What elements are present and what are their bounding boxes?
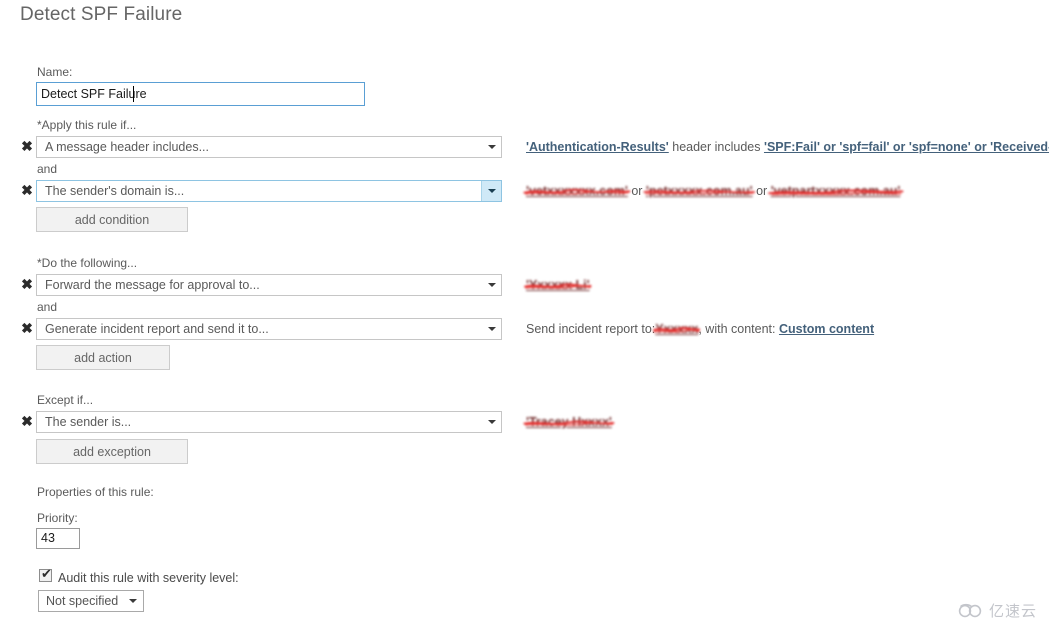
chevron-down-icon xyxy=(482,137,501,157)
add-exception-button[interactable]: add exception xyxy=(36,439,188,464)
name-label: Name: xyxy=(37,65,73,79)
condition-description-0: 'Authentication-Results' header includes… xyxy=(526,139,1049,155)
exception-select-0[interactable]: The sender is... xyxy=(36,411,502,433)
action-select-0-value: Forward the message for approval to... xyxy=(45,278,260,292)
condition-1-text-1: or xyxy=(752,184,771,198)
conditions-heading: *Apply this rule if... xyxy=(37,118,137,132)
checkmark-icon: ✔ xyxy=(41,566,52,581)
actions-connector: and xyxy=(37,300,58,314)
page-title: Detect SPF Failure xyxy=(20,4,183,25)
add-action-button[interactable]: add action xyxy=(36,345,170,370)
action-description-0: 'Yxxxxx Li' xyxy=(524,277,592,293)
condition-select-1-value: The sender's domain is... xyxy=(45,184,185,198)
severity-level-select[interactable]: Not specified xyxy=(38,590,144,612)
condition-0-link-values[interactable]: 'SPF:Fail' or 'spf=fail' or 'spf=none' o… xyxy=(764,140,1049,154)
remove-action-icon-0[interactable]: ✖ xyxy=(20,275,34,293)
remove-condition-icon-1[interactable]: ✖ xyxy=(20,181,34,199)
redacted-sender[interactable]: 'Tracey Hxxxx' xyxy=(523,414,615,430)
redacted-domain-2[interactable]: 'vetpartxxxxx.com.au' xyxy=(767,183,904,199)
priority-label: Priority: xyxy=(37,511,78,525)
condition-0-text: header includes xyxy=(668,140,764,154)
exceptions-heading: Except if... xyxy=(37,393,94,407)
exception-description-0: 'Tracey Hxxxx' xyxy=(523,414,615,430)
action-select-1-value: Generate incident report and send it to.… xyxy=(45,322,269,336)
conditions-connector: and xyxy=(37,162,58,176)
properties-heading: Properties of this rule: xyxy=(37,485,154,499)
chevron-down-icon xyxy=(482,412,501,432)
severity-level-value: Not specified xyxy=(46,594,119,608)
audit-checkbox-label: Audit this rule with severity level: xyxy=(58,571,239,585)
action-1-text-1: , with content: xyxy=(698,322,779,336)
exception-select-0-value: The sender is... xyxy=(45,415,132,429)
chevron-down-icon xyxy=(482,319,501,339)
text-caret xyxy=(133,86,134,102)
redacted-report-recipient[interactable]: Yxxxxx xyxy=(653,321,701,337)
condition-select-1[interactable]: The sender's domain is... xyxy=(36,180,502,202)
actions-heading: *Do the following... xyxy=(37,256,138,270)
redacted-domain-1[interactable]: 'petxxxxx.com.au' xyxy=(643,183,756,199)
audit-checkbox[interactable]: ✔ xyxy=(39,566,52,582)
action-select-1[interactable]: Generate incident report and send it to.… xyxy=(36,318,502,340)
remove-condition-icon-0[interactable]: ✖ xyxy=(20,137,34,155)
action-select-0[interactable]: Forward the message for approval to... xyxy=(36,274,502,296)
condition-select-0-value: A message header includes... xyxy=(45,140,209,154)
action-1-text-0: Send incident report to: xyxy=(526,322,656,336)
watermark-text: 亿速云 xyxy=(988,603,1037,620)
remove-action-icon-1[interactable]: ✖ xyxy=(20,319,34,337)
condition-1-text-0: or xyxy=(627,184,646,198)
chevron-down-icon xyxy=(482,275,501,295)
site-watermark: 亿速云 xyxy=(958,600,1037,621)
condition-select-0[interactable]: A message header includes... xyxy=(36,136,502,158)
condition-0-link-header[interactable]: 'Authentication-Results' xyxy=(526,140,669,154)
rule-name-input[interactable] xyxy=(36,82,365,106)
action-description-1: Send incident report to:Yxxxxx , with co… xyxy=(526,321,874,337)
chevron-down-icon xyxy=(481,181,501,201)
priority-input[interactable] xyxy=(36,528,80,549)
chevron-down-icon xyxy=(129,591,137,611)
cloud-logo-icon xyxy=(958,603,982,617)
add-condition-button[interactable]: add condition xyxy=(36,207,188,232)
redacted-domain-0[interactable]: 'vetxxxxxxx.com' xyxy=(523,183,631,199)
remove-exception-icon-0[interactable]: ✖ xyxy=(20,412,34,430)
redacted-approver[interactable]: 'Yxxxxx Li' xyxy=(524,277,592,293)
custom-content-link[interactable]: Custom content xyxy=(779,322,874,336)
condition-description-1: 'vetxxxxxxx.com' or 'petxxxxx.com.au' or… xyxy=(523,183,904,199)
